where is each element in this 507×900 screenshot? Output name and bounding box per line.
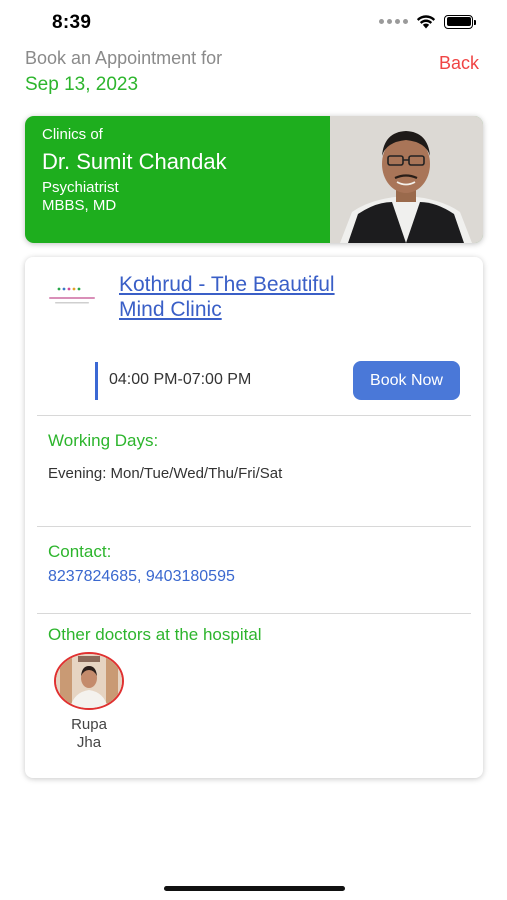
status-time: 8:39 bbox=[52, 12, 92, 33]
divider bbox=[37, 613, 471, 614]
cellular-signal-icon bbox=[379, 19, 408, 24]
clinic-name-link[interactable]: Kothrud - The Beautiful Mind Clinic bbox=[119, 272, 419, 322]
doctor-specialty: Psychiatrist bbox=[42, 179, 119, 196]
avatar[interactable] bbox=[54, 652, 124, 710]
other-doctor-last-name: Jha bbox=[76, 734, 102, 751]
appointment-date: Sep 13, 2023 bbox=[25, 74, 139, 95]
page-subtitle: Book an Appointment for bbox=[25, 48, 223, 68]
clinic-name-line2[interactable]: Mind Clinic bbox=[119, 297, 419, 322]
clinic-card: Kothrud - The Beautiful Mind Clinic 04:0… bbox=[25, 257, 483, 778]
other-doctor-first-name: Rupa bbox=[71, 716, 107, 733]
working-days-value: Evening: Mon/Tue/Wed/Thu/Fri/Sat bbox=[48, 465, 283, 482]
divider bbox=[37, 526, 471, 527]
other-doctor-name: Rupa Jha bbox=[53, 716, 125, 752]
other-doctor-item[interactable]: Rupa Jha bbox=[53, 652, 125, 752]
clinic-name-line1[interactable]: Kothrud - The Beautiful bbox=[119, 272, 419, 297]
doctor-name: Dr. Sumit Chandak bbox=[42, 149, 227, 174]
back-button[interactable]: Back bbox=[439, 53, 479, 74]
home-indicator[interactable] bbox=[164, 886, 345, 891]
clinics-of-label: Clinics of bbox=[42, 126, 103, 143]
clinic-logo bbox=[45, 285, 99, 311]
contact-phone-numbers[interactable]: 8237824685, 9403180595 bbox=[48, 568, 235, 586]
battery-icon bbox=[444, 14, 476, 29]
status-icons bbox=[379, 14, 476, 29]
book-now-button[interactable]: Book Now bbox=[353, 361, 460, 400]
timing-accent-bar bbox=[95, 362, 98, 400]
other-doctors-label: Other doctors at the hospital bbox=[48, 625, 262, 644]
divider bbox=[37, 415, 471, 416]
doctor-info: Clinics of Dr. Sumit Chandak Psychiatris… bbox=[42, 126, 227, 214]
working-days-label: Working Days: bbox=[48, 431, 159, 450]
doctor-degree: MBBS, MD bbox=[42, 197, 117, 214]
clinic-timing: 04:00 PM-07:00 PM bbox=[109, 371, 252, 388]
status-bar: 8:39 bbox=[0, 0, 507, 44]
contact-label: Contact: bbox=[48, 542, 112, 561]
wifi-icon bbox=[416, 15, 436, 29]
doctor-card: Clinics of Dr. Sumit Chandak Psychiatris… bbox=[25, 116, 483, 243]
doctor-photo bbox=[330, 116, 483, 243]
